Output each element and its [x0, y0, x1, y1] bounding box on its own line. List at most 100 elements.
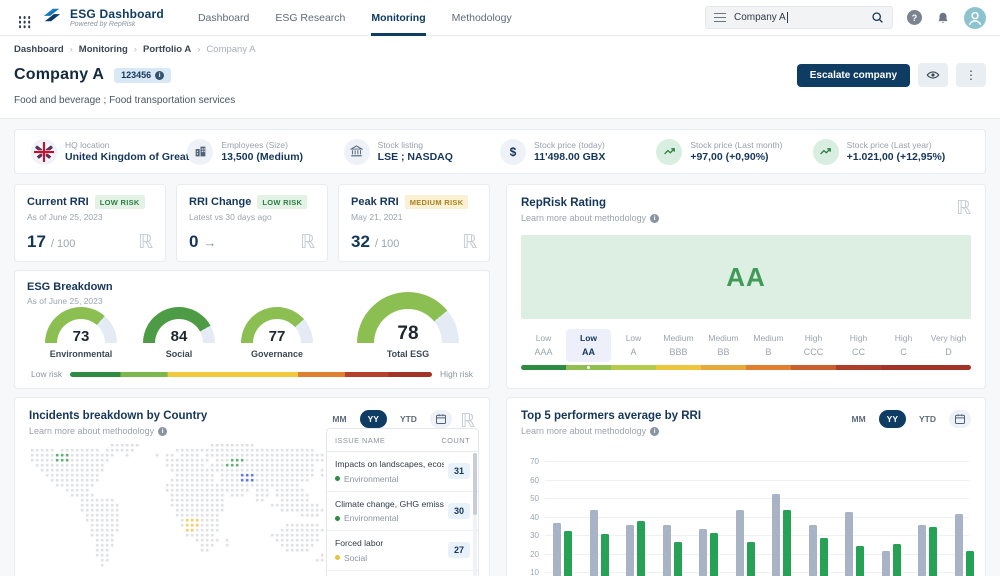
rating-scale-segment — [521, 365, 566, 370]
issue-name: Impacts on landscapes, ecosystems an... — [335, 459, 444, 471]
issue-row[interactable]: Climate change, GHG emissions, and gl...… — [327, 492, 478, 532]
bar-group[interactable] — [809, 525, 828, 576]
y-axis-tick: 20 — [523, 550, 539, 559]
user-avatar[interactable] — [964, 7, 986, 29]
incidents-methodology-link[interactable]: Learn more about methodologyi — [29, 426, 207, 436]
breadcrumb-item-portfolio-a[interactable]: Portfolio A — [143, 44, 191, 55]
notifications-bell-icon[interactable] — [936, 11, 950, 25]
issue-name: Climate change, GHG emissions, and gl... — [335, 499, 444, 511]
info-value: LSE ; NASDAQ — [378, 151, 453, 163]
company-id-badge[interactable]: 123456 i — [114, 68, 171, 83]
bar-top-5-performers — [893, 544, 901, 576]
gridline: 40 — [545, 517, 969, 518]
issue-category: Environmental — [344, 513, 398, 523]
bar-top-5-performers — [674, 542, 682, 576]
issue-count-badge: 27 — [448, 542, 470, 558]
bar-group[interactable] — [553, 523, 572, 576]
period-mm-button[interactable]: MM — [843, 410, 873, 428]
breadcrumb-item-dashboard[interactable]: Dashboard — [14, 44, 64, 55]
risk-scale-high-label: High risk — [440, 369, 473, 379]
search-input[interactable]: Company A — [705, 6, 893, 29]
issue-row[interactable]: Human rights abuses and corporate co...S… — [327, 571, 478, 576]
bar-group[interactable] — [955, 514, 974, 576]
tab-dashboard[interactable]: Dashboard — [198, 0, 249, 36]
company-sectors: Food and beverage ; Food transportation … — [14, 95, 986, 106]
risk-scale-low-label: Low risk — [31, 369, 62, 379]
rating-grade-aa[interactable]: LowAA — [566, 329, 611, 370]
issue-row[interactable]: Forced laborSocial27 — [327, 531, 478, 571]
info-label: Employees (Size) — [221, 140, 303, 150]
info-label: Stock price (today) — [534, 140, 605, 150]
bar-group[interactable] — [918, 525, 937, 576]
bar-group[interactable] — [882, 544, 901, 576]
rating-scale-segment — [656, 365, 701, 370]
world-map[interactable] — [31, 444, 341, 574]
help-icon[interactable]: ? — [907, 10, 922, 25]
rating-grade-a[interactable]: LowA — [611, 329, 656, 370]
period-mm-button[interactable]: MM — [324, 410, 354, 428]
search-menu-icon[interactable] — [714, 17, 726, 19]
breadcrumb-item-monitoring[interactable]: Monitoring — [79, 44, 128, 55]
trend-up-icon — [656, 139, 682, 165]
logo[interactable]: ESG Dashboard Powered by RepRisk — [40, 6, 164, 29]
rating-grade-b[interactable]: MediumB — [746, 329, 791, 370]
rating-grade-c[interactable]: HighC — [881, 329, 926, 370]
gauge-value: 84 — [143, 328, 215, 345]
gridline: 50 — [545, 498, 969, 499]
calendar-icon[interactable] — [430, 410, 452, 428]
rating-grade-ccc[interactable]: HighCCC — [791, 329, 836, 370]
issue-table: ISSUE NAME COUNT Impacts on landscapes, … — [326, 428, 479, 576]
tab-monitoring[interactable]: Monitoring — [371, 0, 425, 36]
reprisk-rating-card: RepRisk Rating Learn more about methodol… — [506, 184, 986, 389]
period-yy-button[interactable]: YY — [879, 410, 906, 428]
more-options-kebab-button[interactable]: ⋮ — [956, 63, 986, 87]
gridline: 20 — [545, 554, 969, 555]
reprisk-logo-watermark: ℝ — [462, 231, 477, 253]
rating-grade-aaa[interactable]: LowAAA — [521, 329, 566, 370]
bar-group[interactable] — [699, 529, 718, 576]
bar-top-5-performers — [747, 542, 755, 576]
app-title: ESG Dashboard — [70, 7, 164, 21]
bar-group[interactable] — [845, 512, 864, 576]
rating-grade-d[interactable]: Very highD — [926, 329, 971, 370]
search-icon[interactable] — [871, 11, 884, 24]
bar-portfolio-average — [955, 514, 963, 576]
bar-group[interactable] — [590, 510, 609, 576]
rating-risk-label: Low — [566, 333, 611, 343]
gauge-label: Governance — [251, 349, 303, 359]
info-icon[interactable]: i — [155, 71, 164, 80]
period-ytd-button[interactable]: YTD — [911, 410, 944, 428]
calendar-icon[interactable] — [949, 410, 971, 428]
tab-methodology[interactable]: Methodology — [452, 0, 512, 36]
app-launcher-icon[interactable] — [14, 12, 26, 24]
period-yy-button[interactable]: YY — [360, 410, 387, 428]
gauge-label: Social — [166, 349, 193, 359]
category-dot-icon — [335, 516, 340, 521]
bar-group[interactable] — [663, 525, 682, 576]
y-axis-tick: 30 — [523, 531, 539, 540]
rating-grade-cc[interactable]: HighCC — [836, 329, 881, 370]
incidents-title: Incidents breakdown by Country — [29, 410, 207, 422]
top-performers-methodology-link[interactable]: Learn more about methodologyi — [521, 426, 701, 436]
rating-risk-label: High — [836, 333, 881, 343]
issue-row[interactable]: Impacts on landscapes, ecosystems an... E… — [327, 452, 478, 492]
table-scrollbar[interactable] — [473, 453, 477, 576]
trend-up-icon — [813, 139, 839, 165]
bar-group[interactable] — [736, 510, 755, 576]
incidents-period-toggle: MM YY YTD — [324, 410, 452, 428]
rating-grade-bbb[interactable]: MediumBBB — [656, 329, 701, 370]
reprisk-logo-watermark: ℝ — [956, 197, 971, 219]
issue-category: Environmental — [344, 474, 398, 484]
period-ytd-button[interactable]: YTD — [392, 410, 425, 428]
issue-count-badge: 30 — [448, 503, 470, 519]
bar-group[interactable] — [772, 494, 791, 576]
bar-group[interactable] — [626, 521, 645, 576]
rating-risk-label: Medium — [701, 333, 746, 343]
watch-eye-button[interactable] — [918, 63, 948, 87]
rating-methodology-link[interactable]: Learn more about methodologyi — [521, 213, 659, 223]
rating-grade-bb[interactable]: MediumBB — [701, 329, 746, 370]
escalate-company-button[interactable]: Escalate company — [797, 64, 910, 87]
rating-marker-dot — [587, 366, 591, 370]
info-label: Stock listing — [378, 140, 453, 150]
tab-esg-research[interactable]: ESG Research — [275, 0, 345, 36]
